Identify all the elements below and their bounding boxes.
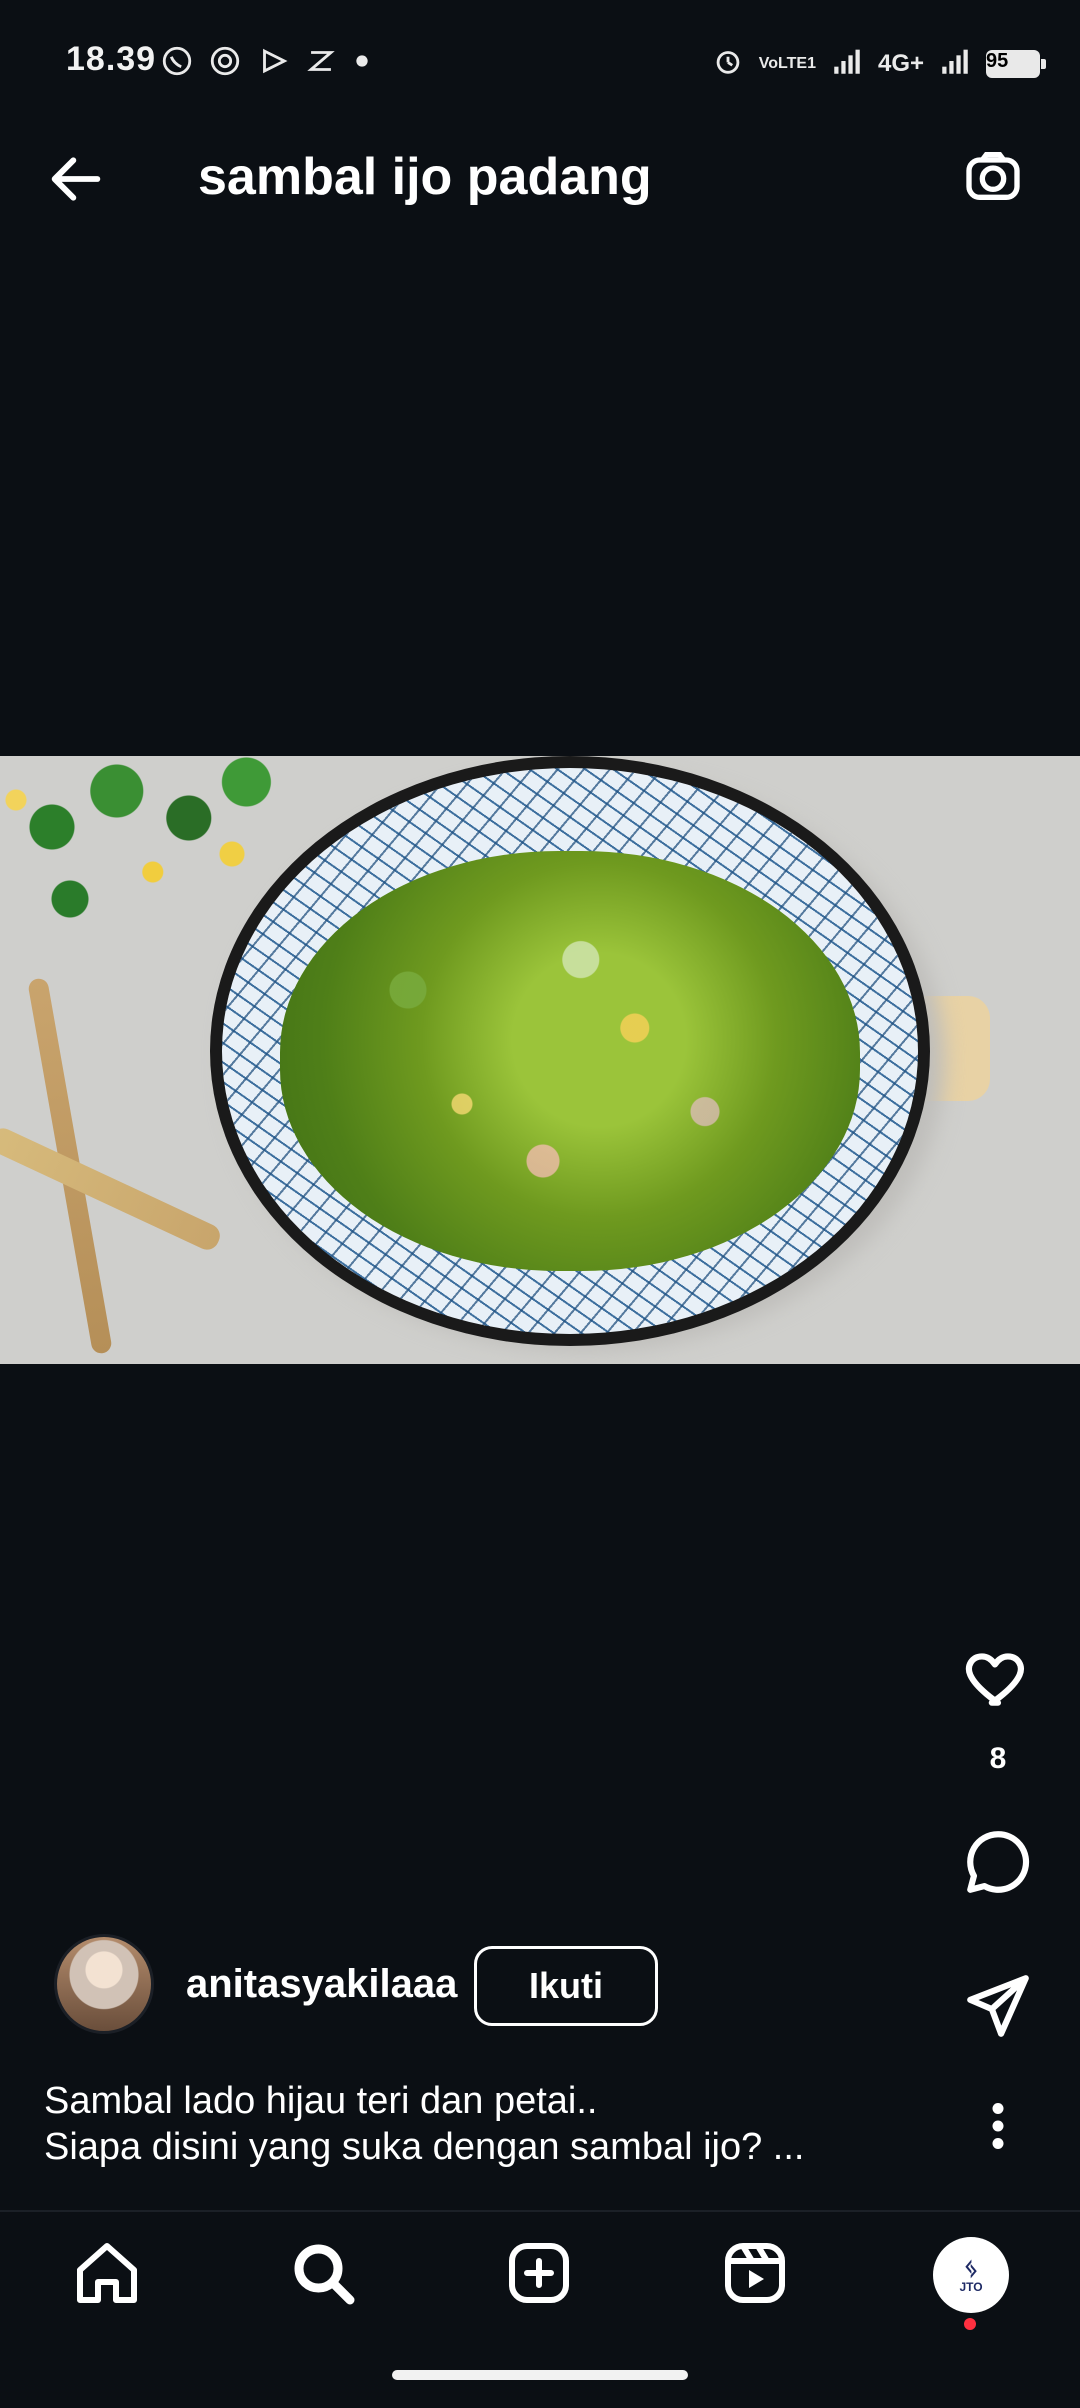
like-count: 8 [989,1742,1007,1775]
follow-button[interactable]: Ikuti [474,1946,658,2026]
volte-label: VoLTE1 [758,54,816,72]
create-icon [503,2237,575,2314]
home-icon [71,2237,143,2314]
send-icon [961,1969,1035,2048]
nav-search[interactable] [268,2220,378,2330]
sambal-ingredients [300,876,840,1256]
profile-badge-logo-icon: ᛃ [963,2253,979,2283]
nav-reels[interactable] [700,2220,810,2330]
more-vertical-icon [978,2096,1018,2161]
caption-line-2[interactable]: Siapa disini yang suka dengan sambal ijo… [44,2126,804,2169]
more-options-button[interactable] [958,2088,1038,2168]
like-button[interactable] [958,1640,1038,1720]
nav-create[interactable] [484,2220,594,2330]
nav-home[interactable] [52,2220,162,2330]
nav-profile[interactable]: ᛃ JTO [916,2220,1026,2330]
status-time: 18.39 [66,40,157,78]
profile-notification-dot [964,2318,976,2330]
target-icon [208,44,242,83]
reels-icon [719,2237,791,2314]
comment-icon [961,1825,1035,1904]
caption-line-1[interactable]: Sambal lado hijau teri dan petai.. [44,2080,597,2123]
page-title: sambal ijo padang [198,148,652,206]
alarm-icon [711,44,745,83]
back-button[interactable] [40,145,112,217]
battery-indicator: 95 [986,49,1046,78]
play-icon [256,44,290,83]
heart-icon [961,1641,1035,1720]
dot-icon [352,44,372,83]
camera-button[interactable] [958,143,1028,213]
network-label: 4G+ [877,49,924,77]
whatsapp-icon [160,44,194,83]
signal-icon [830,44,864,83]
decorative-wheat-stem [0,1124,224,1254]
arrow-left-icon [44,147,108,216]
home-indicator[interactable] [392,2370,688,2380]
capcut-icon [304,44,338,83]
camera-icon [961,144,1025,213]
profile-badge-text: JTO [959,2280,983,2294]
post-image[interactable] [0,756,1080,1364]
comment-button[interactable] [958,1824,1038,1904]
status-right-icons: VoLTE1 4G+ 95 [711,44,1046,83]
profile-avatar: ᛃ JTO [933,2237,1009,2313]
signal-icon-2 [938,44,972,83]
share-button[interactable] [958,1968,1038,2048]
author-avatar[interactable] [54,1934,154,2034]
author-username[interactable]: anitasyakilaaa [186,1962,457,2007]
search-icon [287,2237,359,2314]
status-left-icons [160,44,372,83]
